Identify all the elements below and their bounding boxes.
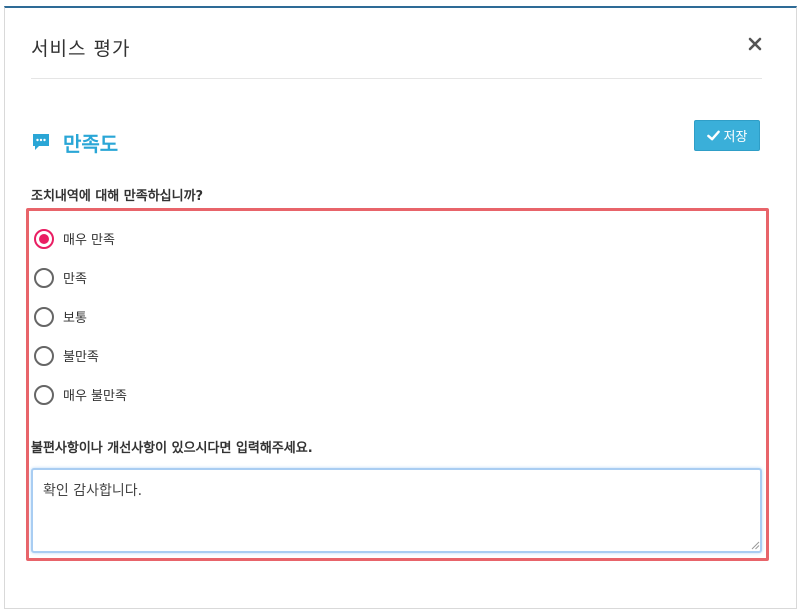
satisfaction-question: 조치내역에 대해 만족하십니까? (31, 189, 204, 204)
section-title: 만족도 (63, 131, 119, 156)
section-header: 만족도 (31, 128, 118, 156)
close-button[interactable] (747, 36, 763, 52)
radio-label: 만족 (63, 272, 87, 287)
radio-button[interactable] (34, 345, 54, 366)
radio-option-dissatisfied[interactable]: 불만족 (34, 336, 127, 375)
radio-button[interactable] (34, 384, 54, 405)
header-divider (31, 78, 762, 79)
close-icon (748, 37, 762, 51)
speech-bubble-icon (33, 134, 49, 150)
save-button-label: 저장 (723, 130, 748, 145)
radio-button[interactable] (34, 228, 54, 249)
radio-button[interactable] (34, 306, 54, 327)
radio-checked-dot (39, 233, 49, 244)
comment-label: 불편사항이나 개선사항이 있으시다면 입력해주세요. (31, 441, 313, 456)
radio-label: 매우 불만족 (63, 389, 127, 404)
resize-grip-icon[interactable] (750, 540, 760, 550)
radio-label: 매우 만족 (63, 233, 115, 248)
radio-label: 보통 (63, 311, 87, 326)
radio-label: 불만족 (63, 350, 99, 365)
satisfaction-radio-group: 매우 만족 만족 보통 불만족 매우 불만족 (34, 219, 127, 414)
check-icon (706, 130, 720, 141)
save-button[interactable]: 저장 (694, 120, 760, 151)
radio-button[interactable] (34, 267, 54, 288)
comment-textarea[interactable]: 확인 감사합니다. (31, 468, 762, 553)
radio-option-satisfied[interactable]: 만족 (34, 258, 127, 297)
radio-option-very-dissatisfied[interactable]: 매우 불만족 (34, 375, 127, 414)
radio-option-neutral[interactable]: 보통 (34, 297, 127, 336)
radio-option-very-satisfied[interactable]: 매우 만족 (34, 219, 127, 258)
modal-title: 서비스 평가 (31, 38, 131, 60)
